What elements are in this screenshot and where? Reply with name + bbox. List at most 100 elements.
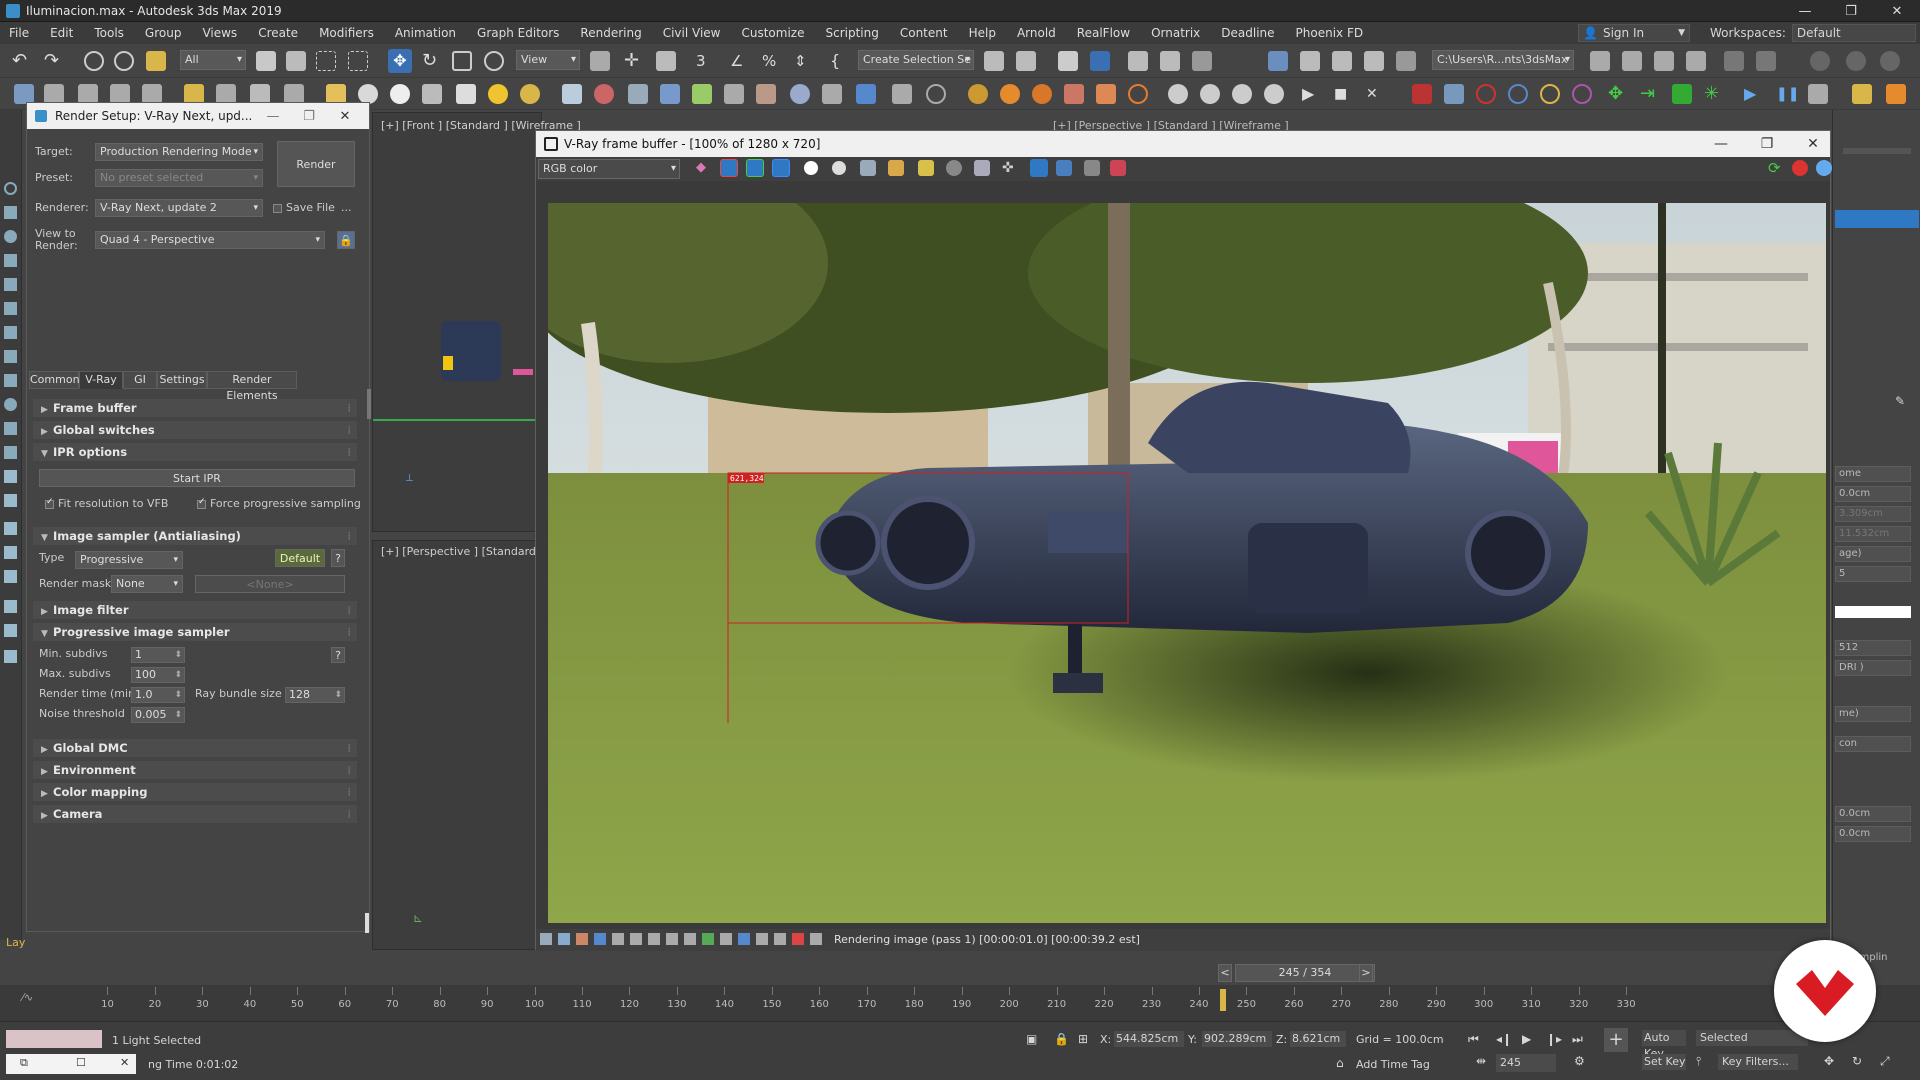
max-subdivs-spinner[interactable]: 100	[131, 667, 185, 683]
phoenix-source-icon[interactable]	[1032, 84, 1052, 104]
track-bar[interactable]: ⁄∿ 10 20 30 40 50 60 70 80 90 100 110 120 130 140 150 1…	[0, 985, 1920, 1021]
folder-icon[interactable]	[4, 650, 17, 663]
select-move-icon[interactable]: ✥	[388, 49, 412, 73]
sim-settings-icon[interactable]	[1852, 84, 1872, 104]
tab-vray[interactable]: V-Ray	[79, 371, 123, 389]
teapot-icon[interactable]	[14, 84, 34, 104]
default-button[interactable]: Default	[275, 549, 325, 567]
start-ipr-button[interactable]: Start IPR	[39, 469, 355, 487]
key-filters-button[interactable]: Key Filters...	[1718, 1054, 1798, 1070]
phoenix-foam-icon[interactable]	[1064, 84, 1084, 104]
deadline-star-icon[interactable]: ✳	[1704, 84, 1724, 104]
rp-field-2[interactable]: 0.0cm	[1835, 486, 1911, 502]
track-filter-icon[interactable]: ⁄∿	[22, 991, 33, 1004]
workspaces-dropdown[interactable]: Default	[1791, 24, 1916, 42]
vray-ambient-light-icon[interactable]	[520, 84, 540, 104]
rollout-frame-buffer[interactable]: ▶ Frame buffer ⁞	[33, 399, 357, 417]
place-icon[interactable]	[484, 51, 504, 71]
vfb-close[interactable]: ✕	[1790, 131, 1836, 157]
menu-edit[interactable]: Edit	[41, 22, 85, 44]
rollout-image-sampler[interactable]: ▼ Image sampler (Antialiasing) ⁞	[33, 527, 357, 545]
vfb-hsl-icon[interactable]	[666, 933, 678, 945]
vray-lights-icon[interactable]	[250, 84, 270, 104]
menu-deadline[interactable]: Deadline	[1212, 22, 1286, 44]
view-to-render-dropdown[interactable]: Quad 4 - Perspective	[95, 231, 325, 249]
sim-stop-icon[interactable]	[1808, 84, 1828, 104]
rp-field-8[interactable]: DRI )	[1835, 660, 1911, 676]
menu-modifiers[interactable]: Modifiers	[310, 22, 386, 44]
menu-create[interactable]: Create	[249, 22, 310, 44]
pivot-center-icon[interactable]	[590, 51, 610, 71]
rp-field-1[interactable]: ome	[1835, 466, 1911, 482]
menu-realflow[interactable]: RealFlow	[1068, 22, 1142, 44]
sim-pause-icon[interactable]: ❚❚	[1776, 84, 1799, 104]
rollout-image-filter[interactable]: ▶ Image filter ⁞	[33, 601, 357, 619]
rp-field-3[interactable]: 3.309cm	[1835, 506, 1911, 522]
helpers-icon[interactable]	[4, 278, 17, 291]
selection-filter-dropdown[interactable]: All	[180, 50, 246, 70]
light-lister-icon[interactable]	[184, 84, 204, 104]
vfb-pixel-info-icon[interactable]	[756, 933, 768, 945]
render-time-spinner[interactable]: 1.0	[131, 687, 185, 703]
rendered-image[interactable]: 621,324	[548, 203, 1826, 923]
rendered-frame-window-icon[interactable]	[1332, 51, 1352, 71]
keyboard-shortcut-icon[interactable]	[656, 51, 676, 71]
goto-start-icon[interactable]: ⏮	[1468, 1032, 1479, 1047]
vfb-bucket-icon[interactable]	[774, 933, 786, 945]
force-progressive-checkbox[interactable]: Force progressive sampling	[197, 497, 361, 510]
deadline-submit-icon[interactable]: ✥	[1608, 84, 1628, 104]
render-setup-icon[interactable]	[1300, 51, 1320, 71]
deadline-grid-icon[interactable]	[1672, 84, 1692, 104]
rp-field-4[interactable]: 11.532cm	[1835, 526, 1911, 542]
ribbon-icon[interactable]	[1128, 51, 1148, 71]
ornatrix-icon-1[interactable]	[1412, 84, 1432, 104]
material-editor-icon[interactable]	[1268, 51, 1288, 71]
save-scene-icon[interactable]	[44, 84, 64, 104]
shapes-icon[interactable]	[4, 254, 17, 267]
phoenix-wave-icon[interactable]	[1128, 84, 1148, 104]
project-path-dropdown[interactable]: C:\Users\R...nts\3dsMax	[1432, 50, 1574, 70]
render-setup-close[interactable]: ✕	[327, 103, 363, 129]
deadline-arrow-icon[interactable]: ⇥	[1640, 84, 1660, 104]
menu-views[interactable]: Views	[193, 22, 249, 44]
render-setup-minimize[interactable]: —	[255, 103, 291, 129]
tool-icon-2[interactable]	[1756, 51, 1776, 71]
orbit-icon[interactable]: ↻	[1852, 1054, 1862, 1068]
front-viewport[interactable]: [+] [Front ] [Standard ] [Wireframe ] ⊥	[372, 112, 581, 532]
rollout-camera[interactable]: ▶ Camera ⁞	[33, 805, 357, 823]
stop-render-icon[interactable]	[1792, 160, 1808, 176]
region-render-icon[interactable]	[1030, 159, 1048, 177]
rp-field-10[interactable]: con	[1835, 736, 1911, 752]
vray-ies-light-icon[interactable]	[422, 84, 442, 104]
menu-ornatrix[interactable]: Ornatrix	[1142, 22, 1212, 44]
copy-icon[interactable]	[946, 160, 962, 176]
selection-lock-icon[interactable]: 🔒	[1054, 1032, 1069, 1046]
vfb-background-icon[interactable]	[702, 933, 714, 945]
viewport-nav-icon[interactable]: ✥	[1824, 1054, 1834, 1068]
select-by-name-icon[interactable]	[286, 51, 306, 71]
vray-converter-icon[interactable]	[856, 84, 876, 104]
render-production-icon[interactable]	[1364, 51, 1384, 71]
undo-icon[interactable]: ↶	[12, 51, 32, 71]
menu-rendering[interactable]: Rendering	[571, 22, 653, 44]
spinner-snap-icon[interactable]: ⇕	[794, 51, 814, 71]
isolate-selection-icon[interactable]: ▣	[1026, 1032, 1037, 1046]
green-channel-icon[interactable]	[746, 159, 764, 177]
asset-tracking-icon[interactable]	[1686, 51, 1706, 71]
mini-maximize-icon[interactable]: ☐	[76, 1056, 86, 1069]
render-mask-none-button[interactable]: <None>	[195, 575, 345, 593]
rotate-icon[interactable]: ↻	[422, 51, 442, 71]
sign-in-dropdown[interactable]: 👤 Sign In ▼	[1578, 24, 1690, 42]
display-filter-icon[interactable]	[4, 624, 17, 637]
play-icon[interactable]: ▶	[1302, 84, 1322, 104]
vray-sphere-light-icon[interactable]	[358, 84, 378, 104]
render-setup-maximize[interactable]: ❐	[291, 103, 327, 129]
refresh-icon[interactable]: ⟳	[1768, 160, 1784, 176]
fit-resolution-check[interactable]	[45, 497, 54, 509]
mini-close-icon[interactable]: ✕	[120, 1056, 129, 1069]
add-time-tag[interactable]: Add Time Tag	[1356, 1058, 1430, 1071]
y-coordinate-field[interactable]: 902.289cm	[1202, 1031, 1272, 1047]
rollout-environment[interactable]: ▶ Environment ⁞	[33, 761, 357, 779]
perspective-viewport[interactable]: [+] [Perspective ] [Standard ] ⊾	[372, 540, 544, 950]
menu-customize[interactable]: Customize	[732, 22, 816, 44]
